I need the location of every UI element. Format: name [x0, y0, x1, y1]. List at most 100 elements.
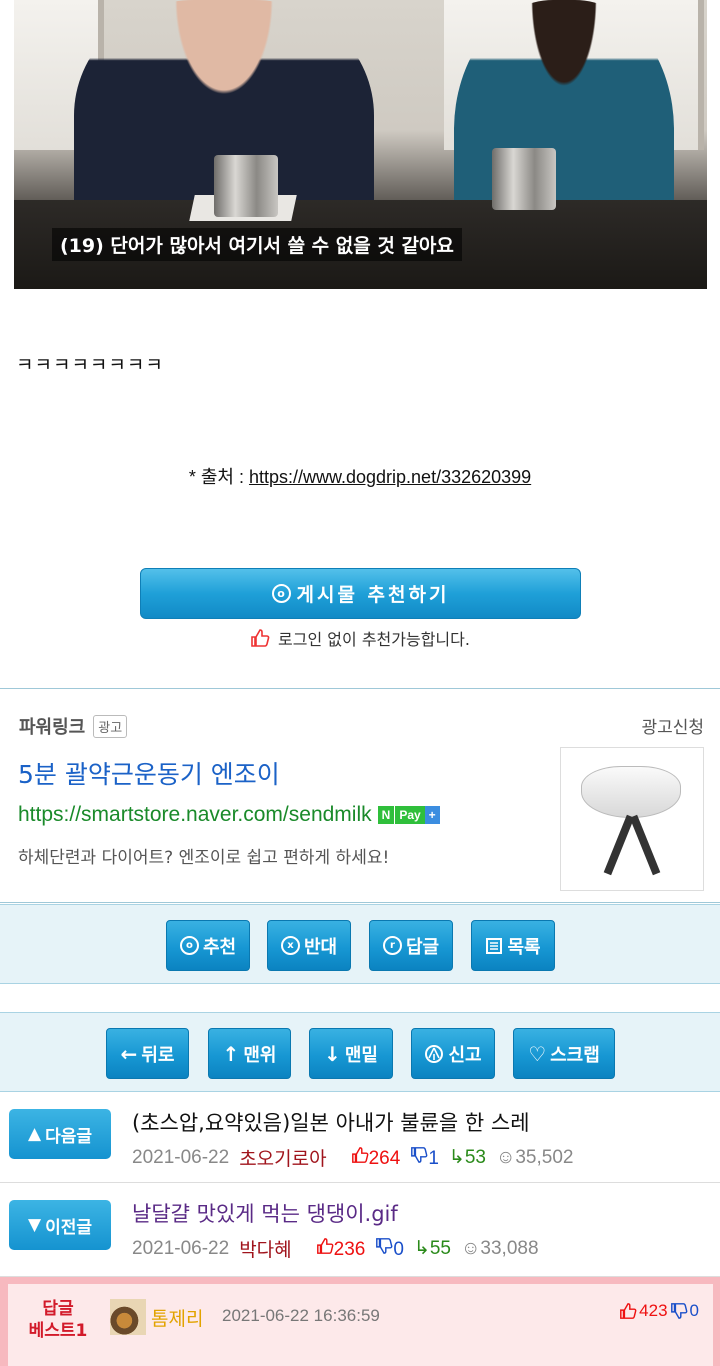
next-post-meta: 2021-06-22 초오기로아 264 1 ↳53 ☺35,502 — [132, 1144, 573, 1171]
product-leg — [629, 814, 661, 876]
ad-badge: 광고 — [93, 714, 128, 738]
eye-icon: ☺ — [495, 1146, 516, 1168]
next-post-button[interactable]: ▲ 다음글 — [9, 1109, 111, 1159]
thumbs-up-icon — [316, 1237, 334, 1254]
mug — [214, 155, 278, 217]
reply-button[interactable]: r 답글 — [369, 920, 453, 971]
ad-apply-link[interactable]: 광고신청 — [641, 713, 704, 738]
downvote-count: 0 — [375, 1237, 404, 1261]
prev-post-label: 이전글 — [45, 1217, 92, 1238]
recommend-note: 로그인 없이 추천가능합니다. — [0, 626, 720, 650]
thumbs-down-icon[interactable] — [670, 1302, 688, 1320]
scrap-label: 스크랩 — [550, 1044, 600, 1066]
reply-value: 55 — [429, 1238, 451, 1259]
scroll-top-button[interactable]: ↑ 맨위 — [208, 1028, 291, 1079]
npay-n: N — [377, 806, 395, 824]
upvote-value: 264 — [368, 1147, 401, 1169]
ad-title[interactable]: 5분 괄약근운동기 엔조이 — [18, 755, 280, 791]
reply-nickname[interactable]: 톰제리 — [151, 1304, 203, 1331]
avatar[interactable] — [110, 1299, 146, 1335]
scroll-bottom-button[interactable]: ↓ 맨밑 — [309, 1028, 393, 1079]
source-label: * 출처 : — [188, 467, 249, 487]
warning-icon — [425, 1044, 444, 1063]
scrap-button[interactable]: ♡ 스크랩 — [513, 1028, 615, 1079]
downvote-value: 1 — [428, 1147, 439, 1169]
reply-arrow-icon: ↳ — [448, 1147, 465, 1168]
thumbs-up-icon — [351, 1146, 369, 1163]
back-label: 뒤로 — [141, 1044, 175, 1066]
powerlink-label: 파워링크 — [19, 717, 86, 738]
reply-votes: 423 0 — [619, 1301, 699, 1321]
ad-description: 하체단련과 다이어트? 엔조이로 쉽고 편하게 하세요! — [18, 848, 390, 868]
downvote-label: 반대 — [303, 936, 338, 958]
scroll-bottom-label: 맨밑 — [344, 1044, 378, 1066]
view-value: 33,088 — [480, 1237, 539, 1259]
arrow-down-icon: ↓ — [324, 1041, 341, 1066]
prev-post-row[interactable]: ▼ 이전글 날달걀 맛있게 먹는 댕댕이.gif 2021-06-22 박다혜 2… — [0, 1185, 720, 1277]
arrow-left-icon: ← — [120, 1041, 138, 1066]
list-icon — [486, 937, 503, 954]
best-reply-card: 답글 베스트1 톰제리 2021-06-22 16:36:59 423 0 — [8, 1284, 713, 1366]
report-label: 신고 — [448, 1044, 482, 1066]
downvote-icon: x — [280, 936, 300, 955]
navigation-action-bar: ← 뒤로 ↑ 맨위 ↓ 맨밑 신고 ♡ 스크랩 — [0, 1012, 720, 1092]
upvote-button[interactable]: o 추천 — [166, 920, 250, 971]
source-link[interactable]: https://www.dogdrip.net/332620399 — [249, 467, 531, 487]
view-count: ☺33,088 — [461, 1238, 539, 1260]
next-post-title[interactable]: (초스압,요약있음)일본 아내가 불륜을 한 스레 — [132, 1107, 530, 1137]
best-reply-label-line2: 베스트1 — [28, 1321, 88, 1341]
product-seat — [581, 766, 681, 818]
thumbs-up-icon[interactable] — [619, 1302, 637, 1320]
next-post-row[interactable]: ▲ 다음글 (초스압,요약있음)일본 아내가 불륜을 한 스레 2021-06-2… — [0, 1093, 720, 1183]
heart-icon: ♡ — [528, 1041, 547, 1066]
reply-label: 답글 — [405, 936, 440, 958]
prev-post-button[interactable]: ▼ 이전글 — [9, 1200, 111, 1250]
best-reply-label-line1: 답글 — [42, 1299, 74, 1319]
post-author[interactable]: 박다혜 — [239, 1235, 291, 1262]
upvote-value: 236 — [333, 1238, 366, 1260]
recommend-post-button[interactable]: o 게시물 추천하기 — [140, 568, 581, 619]
report-button[interactable]: 신고 — [411, 1028, 495, 1079]
ad-url-text[interactable]: https://smartstore.naver.com/sendmilk — [18, 803, 372, 827]
reply-icon: r — [382, 936, 402, 955]
best-reply-label: 답글 베스트1 — [20, 1298, 96, 1342]
downvote-button[interactable]: x 반대 — [267, 920, 351, 971]
reply-datetime: 2021-06-22 16:36:59 — [222, 1306, 380, 1325]
reply-count: ↳55 — [414, 1237, 451, 1260]
powerlink-ad[interactable]: 파워링크 광고 광고신청 5분 괄약근운동기 엔조이 https://smart… — [0, 688, 720, 903]
reply-value: 53 — [464, 1147, 486, 1168]
ad-product-image[interactable] — [560, 747, 704, 891]
npay-badge: N Pay + — [377, 806, 440, 824]
arrow-up-icon: ↑ — [222, 1041, 240, 1066]
list-button[interactable]: 목록 — [471, 920, 555, 971]
source-line: * 출처 : https://www.dogdrip.net/332620399 — [0, 463, 720, 489]
reply-upvote-value: 423 — [639, 1301, 668, 1320]
eye-icon: ☺ — [461, 1237, 481, 1259]
upvote-label: 추천 — [202, 936, 237, 958]
view-value: 35,502 — [515, 1146, 574, 1168]
powerlink-header: 파워링크 광고 — [19, 713, 128, 739]
reply-count: ↳53 — [449, 1146, 486, 1169]
back-button[interactable]: ← 뒤로 — [106, 1028, 189, 1079]
ad-url[interactable]: https://smartstore.naver.com/sendmilk NP… — [18, 803, 440, 827]
reply-downvote-value: 0 — [689, 1301, 699, 1320]
thumbs-down-icon — [376, 1237, 393, 1254]
post-date: 2021-06-22 — [132, 1146, 230, 1168]
thumbs-up-icon — [251, 629, 270, 647]
npay-plus: + — [424, 806, 440, 824]
view-count: ☺35,502 — [496, 1147, 574, 1169]
upvote-count: 264 — [351, 1146, 401, 1170]
product-leg — [603, 814, 635, 876]
list-label: 목록 — [507, 936, 541, 958]
downvote-value: 0 — [393, 1238, 404, 1260]
post-date: 2021-06-22 — [132, 1237, 230, 1259]
upvote-icon: o — [179, 936, 199, 955]
prev-post-meta: 2021-06-22 박다혜 236 0 ↳55 ☺33,088 — [132, 1235, 539, 1262]
prev-post-title[interactable]: 날달걀 맛있게 먹는 댕댕이.gif — [132, 1198, 398, 1228]
post-author[interactable]: 초오기로아 — [239, 1144, 326, 1171]
recommend-icon: o — [271, 584, 291, 603]
post-text: ㅋㅋㅋㅋㅋㅋㅋㅋ — [16, 354, 164, 376]
upvote-count: 236 — [316, 1237, 366, 1261]
video-frame[interactable]: (19) 단어가 많아서 여기서 쓸 수 없을 것 같아요 — [14, 0, 707, 289]
npay-pay: Pay — [394, 806, 425, 824]
